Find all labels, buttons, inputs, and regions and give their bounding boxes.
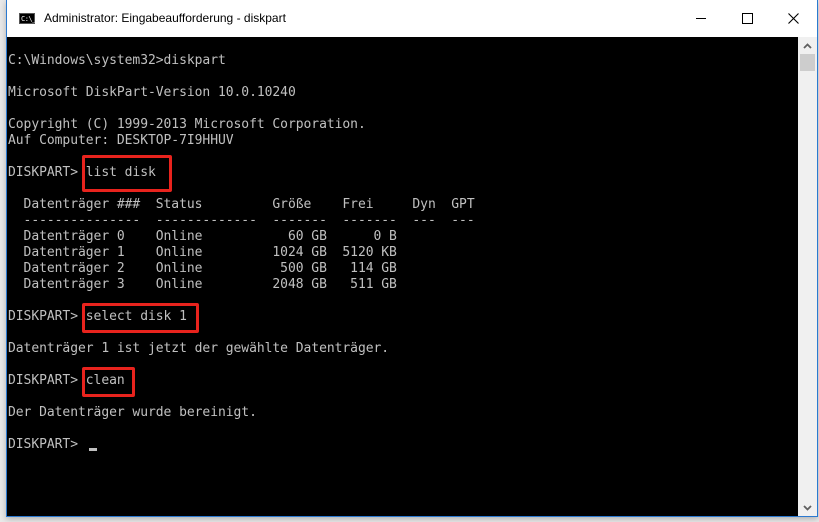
maximize-button[interactable]: [724, 0, 770, 37]
console-line: Copyright (C) 1999-2013 Microsoft Corpor…: [8, 117, 366, 132]
console-line: Auf Computer: DESKTOP-7I9HHUV: [8, 133, 234, 148]
scrollbar-thumb[interactable]: [800, 54, 815, 71]
console-line: Datenträger 1 ist jetzt der gewählte Dat…: [8, 341, 390, 356]
console-line: Datenträger ### Status Größe Frei Dyn GP…: [8, 197, 475, 212]
highlight-clean: [82, 367, 135, 397]
console-line: Datenträger 2 Online 500 GB 114 GB: [8, 261, 397, 276]
minimize-button[interactable]: [678, 0, 724, 37]
scroll-up-button[interactable]: [798, 37, 817, 54]
console-line: Der Datenträger wurde bereinigt.: [8, 405, 257, 420]
title-bar[interactable]: C:\_ Administrator: Eingabeaufforderung …: [7, 0, 817, 37]
chevron-down-icon: [803, 504, 812, 511]
console-line: C:\Windows\system32>diskpart: [8, 53, 226, 68]
highlight-select-disk: [82, 303, 199, 333]
text-cursor: [89, 448, 97, 451]
console-line: Datenträger 1 Online 1024 GB 5120 KB: [8, 245, 397, 260]
highlight-list-disk: [82, 155, 172, 192]
console-output[interactable]: C:\Windows\system32>diskpart Microsoft Di…: [7, 37, 798, 516]
minimize-icon: [696, 18, 706, 19]
window-title: Administrator: Eingabeaufforderung - dis…: [44, 11, 286, 25]
maximize-icon: [741, 13, 753, 24]
console-line: Datenträger 0 Online 60 GB 0 B: [8, 229, 397, 244]
close-button[interactable]: [770, 0, 816, 37]
console-line: Microsoft DiskPart-Version 10.0.10240: [8, 85, 296, 100]
cmd-icon-text: C:\_: [21, 15, 36, 23]
chevron-up-icon: [803, 42, 812, 49]
cmd-window: C:\_ Administrator: Eingabeaufforderung …: [6, 0, 818, 517]
cmd-icon: C:\_: [19, 13, 36, 24]
console-line: Datenträger 3 Online 2048 GB 511 GB: [8, 277, 397, 292]
scroll-down-button[interactable]: [798, 499, 817, 516]
close-icon: [787, 13, 799, 24]
console-line: DISKPART>: [8, 437, 86, 452]
vertical-scrollbar[interactable]: [798, 37, 817, 516]
console-line: --------------- ------------- ------- --…: [8, 213, 475, 228]
